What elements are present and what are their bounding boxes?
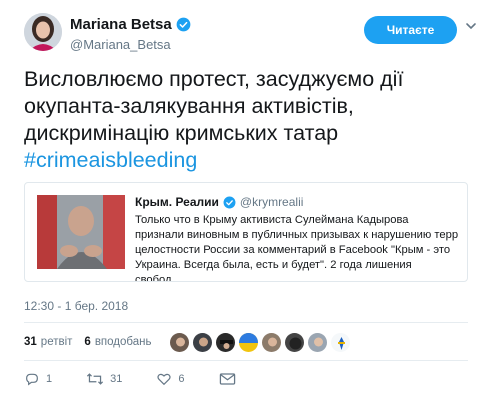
author-name-text[interactable]: Mariana Betsa: [70, 16, 172, 33]
retweet-count: 31: [110, 373, 123, 385]
liker-avatar[interactable]: [284, 331, 306, 353]
reply-count: 1: [46, 373, 53, 385]
tweet-timestamp[interactable]: 12:30 - 1 бер. 2018: [24, 299, 128, 313]
liker-avatars: [169, 331, 352, 353]
tweet-actions: 1 31 6: [24, 368, 270, 390]
liker-avatar[interactable]: [238, 331, 260, 353]
retweets-label: ретвіт: [40, 336, 73, 348]
like-count: 6: [178, 373, 185, 385]
liker-avatar[interactable]: [261, 331, 283, 353]
like-icon: [157, 373, 171, 386]
divider: [24, 322, 468, 323]
tweet-body: Висловлюємо протест, засуджуємо дії окуп…: [24, 67, 404, 145]
retweets-stat[interactable]: 31 ретвіт: [24, 336, 72, 348]
like-button[interactable]: 6: [156, 371, 185, 387]
verified-badge-icon: [223, 196, 236, 208]
tweet-header: Mariana Betsa @Mariana_Betsa Читаєте: [24, 13, 476, 57]
likes-label: вподобань: [94, 336, 152, 348]
liker-avatar[interactable]: [169, 331, 191, 353]
hashtag-link[interactable]: #crimeaisbleeding: [24, 148, 197, 172]
quoted-tweet-text: Только что в Крыму активиста Сулеймана К…: [135, 214, 459, 282]
tweet-stats: 31 ретвіт 6 вподобань: [24, 328, 352, 356]
likes-stat[interactable]: 6 вподобань: [84, 336, 151, 348]
reply-icon: [26, 373, 38, 386]
retweet-button[interactable]: 31: [86, 371, 122, 387]
chevron-down-icon[interactable]: [464, 19, 478, 33]
liker-avatar[interactable]: [192, 331, 214, 353]
likes-count: 6: [84, 336, 91, 348]
reply-button[interactable]: 1: [24, 371, 52, 387]
retweets-count: 31: [24, 336, 37, 348]
liker-avatar[interactable]: [330, 331, 352, 353]
quoted-tweet-image: [37, 195, 125, 269]
divider: [24, 360, 468, 361]
liker-avatar[interactable]: [307, 331, 329, 353]
quoted-tweet[interactable]: Крым. Реалии @krymrealii Только что в Кр…: [24, 182, 468, 282]
quoted-author-handle[interactable]: @krymrealii: [240, 195, 304, 209]
quoted-author-name[interactable]: Крым. Реалии: [135, 195, 219, 209]
direct-message-button[interactable]: [219, 372, 236, 386]
author-name[interactable]: Mariana Betsa: [70, 16, 191, 33]
follow-button[interactable]: Читаєте: [364, 16, 457, 44]
tweet-text: Висловлюємо протест, засуджуємо дії окуп…: [24, 66, 474, 174]
message-icon: [219, 373, 235, 385]
retweet-icon: [87, 373, 104, 385]
author-handle[interactable]: @Mariana_Betsa: [70, 37, 191, 52]
liker-avatar[interactable]: [215, 331, 237, 353]
verified-badge-icon: [176, 17, 191, 32]
author-avatar[interactable]: [24, 13, 62, 51]
